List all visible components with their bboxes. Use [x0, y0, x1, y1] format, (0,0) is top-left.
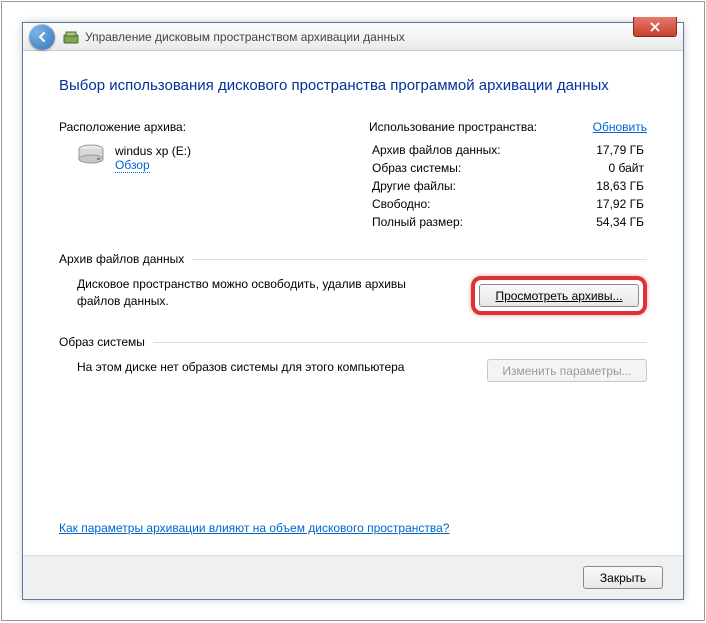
change-params-button: Изменить параметры...: [487, 359, 647, 382]
content-area: Выбор использования дискового пространст…: [23, 51, 683, 382]
section-data-title: Архив файлов данных: [59, 252, 184, 266]
section-data-text: Дисковое пространство можно освободить, …: [77, 276, 451, 310]
close-dialog-button[interactable]: Закрыть: [583, 566, 663, 589]
drive-info: windus xp (E:) Обзор: [59, 144, 329, 172]
table-row: Полный размер:54,34 ГБ: [371, 214, 645, 230]
drive-name: windus xp (E:): [115, 144, 191, 158]
close-button[interactable]: [633, 17, 677, 37]
browse-link[interactable]: Обзор: [115, 158, 150, 173]
divider: [192, 259, 647, 260]
drive-icon: [77, 144, 105, 169]
window-title: Управление дисковым пространством архива…: [85, 30, 405, 44]
section-image-text: На этом диске нет образов системы для эт…: [77, 359, 467, 376]
help-link[interactable]: Как параметры архивации влияют на объем …: [59, 521, 449, 535]
table-row: Архив файлов данных:17,79 ГБ: [371, 142, 645, 158]
location-label: Расположение архива:: [59, 120, 329, 134]
back-button[interactable]: [29, 24, 55, 50]
footer: Закрыть: [23, 555, 683, 599]
app-icon: [63, 29, 79, 45]
refresh-link[interactable]: Обновить: [593, 120, 647, 134]
page-heading: Выбор использования дискового пространст…: [59, 75, 647, 96]
usage-table: Архив файлов данных:17,79 ГБ Образ систе…: [369, 140, 647, 232]
table-row: Свободно:17,92 ГБ: [371, 196, 645, 212]
table-row: Образ системы:0 байт: [371, 160, 645, 176]
table-row: Другие файлы:18,63 ГБ: [371, 178, 645, 194]
highlight-ring: Просмотреть архивы...: [471, 276, 647, 315]
divider: [153, 342, 647, 343]
dialog-window: Управление дисковым пространством архива…: [22, 22, 684, 600]
titlebar: Управление дисковым пространством архива…: [23, 23, 683, 51]
section-image-title: Образ системы: [59, 335, 145, 349]
view-archives-button[interactable]: Просмотреть архивы...: [479, 284, 639, 307]
